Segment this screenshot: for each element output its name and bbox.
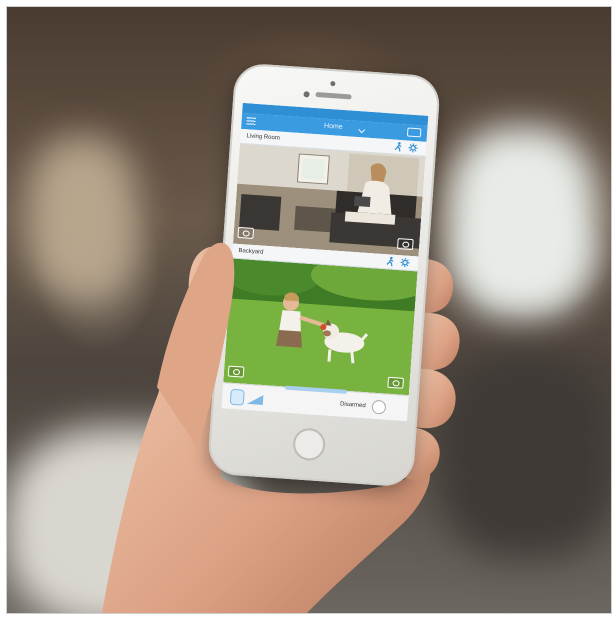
thumb xyxy=(157,242,235,447)
photo-frame: Home Living Room Backyard Disarmed xyxy=(6,6,612,614)
